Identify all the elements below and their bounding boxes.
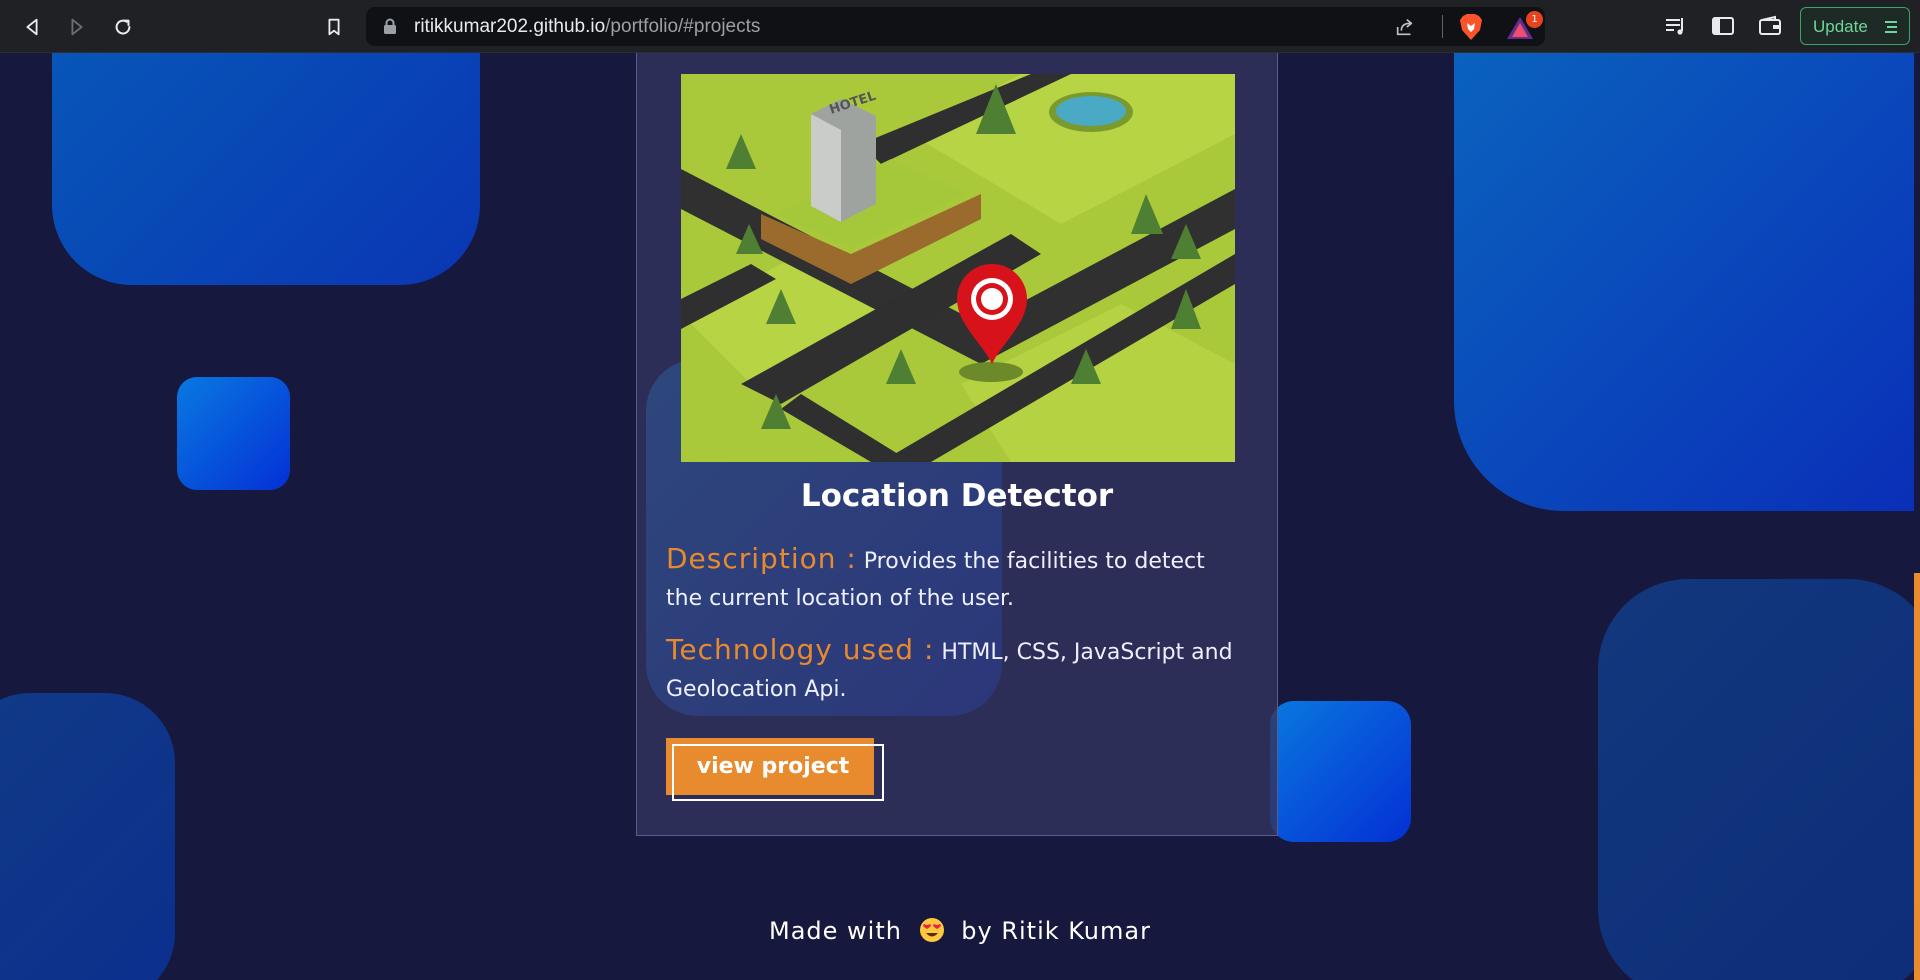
decor-shape: [1454, 53, 1914, 511]
wallet-icon[interactable]: [1757, 14, 1783, 38]
project-description: Description : Provides the facilities to…: [666, 540, 1246, 617]
sidebar-icon[interactable]: [1710, 14, 1736, 38]
project-card: HOTEL Location Detector Description: Pr…: [636, 53, 1278, 836]
lock-icon: [384, 18, 396, 34]
view-project-button[interactable]: view project: [666, 738, 884, 801]
url-host: ritikkumar202.github.io: [414, 16, 606, 37]
decor-shape: [177, 377, 290, 490]
project-title: Location Detector: [800, 478, 1114, 514]
address-url[interactable]: ritikkumar202.github.io/portfolio/#proje…: [414, 16, 760, 38]
bookmark-icon[interactable]: [317, 10, 351, 44]
description-label: Description :: [666, 542, 857, 575]
update-label: Update: [1813, 17, 1868, 36]
project-image: HOTEL: [681, 74, 1235, 462]
heart-eyes-emoji-icon: [919, 918, 944, 942]
url-separator: [1442, 15, 1443, 38]
url-path: /portfolio/#projects: [605, 16, 761, 37]
share-icon[interactable]: [1394, 16, 1416, 38]
address-bar[interactable]: ritikkumar202.github.io/portfolio/#proje…: [366, 7, 1545, 46]
technology-label: Technology used :: [666, 633, 935, 666]
footer: Made with by Ritik Kumar: [0, 917, 1920, 945]
media-playlist-icon[interactable]: [1663, 14, 1689, 38]
project-technology: Technology used : HTML, CSS, JavaScript …: [666, 631, 1246, 708]
update-button[interactable]: Update: [1800, 7, 1910, 45]
view-project-label: view project: [696, 754, 850, 779]
brave-shields-icon[interactable]: [1458, 13, 1484, 41]
decor-shape: [1270, 701, 1411, 842]
browser-toolbar: ritikkumar202.github.io/portfolio/#proje…: [0, 0, 1920, 53]
forward-icon[interactable]: [60, 10, 94, 44]
decor-shape: [52, 53, 480, 285]
back-icon[interactable]: [15, 10, 49, 44]
footer-suffix: by Ritik Kumar: [961, 917, 1151, 945]
footer-prefix: Made with: [769, 917, 902, 945]
menu-icon: [1885, 21, 1897, 33]
portfolio-page: HOTEL Location Detector Description: Pr…: [0, 53, 1920, 980]
rewards-badge: 1: [1526, 11, 1543, 28]
reload-icon[interactable]: [106, 10, 140, 44]
